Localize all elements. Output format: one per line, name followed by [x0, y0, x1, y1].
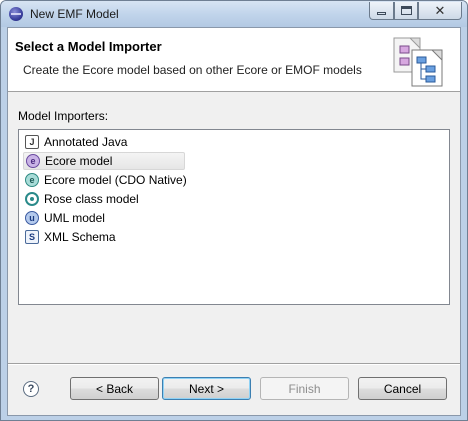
- ecore-icon: e: [26, 154, 40, 168]
- cdo-ecore-icon: e: [25, 173, 39, 187]
- help-icon: ?: [27, 383, 35, 395]
- list-item-label: XML Schema: [44, 230, 116, 244]
- list-item-rose-class-model[interactable]: Rose class model: [23, 190, 143, 208]
- next-button[interactable]: Next >: [162, 377, 251, 400]
- rose-icon: [25, 192, 39, 206]
- back-button[interactable]: < Back: [70, 377, 159, 400]
- model-importers-label: Model Importers:: [18, 109, 109, 123]
- list-item-uml-model[interactable]: u UML model: [23, 209, 109, 227]
- window-title: New EMF Model: [30, 7, 119, 21]
- minimize-button[interactable]: [369, 2, 394, 20]
- uml-icon: u: [25, 211, 39, 225]
- list-item-ecore-model-cdo-native[interactable]: e Ecore model (CDO Native): [23, 171, 191, 189]
- list-item-ecore-model[interactable]: e Ecore model: [23, 152, 185, 170]
- wizard-banner: Select a Model Importer Create the Ecore…: [8, 28, 460, 92]
- model-importer-wizard-icon: [393, 37, 443, 87]
- close-icon: ✕: [434, 2, 446, 18]
- list-item-label: Annotated Java: [44, 135, 128, 149]
- model-importers-list[interactable]: J Annotated Java e Ecore model e Ecore m…: [18, 129, 450, 305]
- list-item-label: UML model: [44, 211, 105, 225]
- page-description: Create the Ecore model based on other Ec…: [23, 63, 362, 77]
- cancel-button[interactable]: Cancel: [358, 377, 447, 400]
- list-item-annotated-java[interactable]: J Annotated Java: [23, 133, 131, 151]
- help-button[interactable]: ?: [23, 381, 39, 397]
- finish-button[interactable]: Finish: [260, 377, 349, 400]
- xml-schema-icon: S: [25, 230, 39, 244]
- minimize-icon: [377, 12, 386, 15]
- maximize-icon: [400, 6, 412, 15]
- button-bar-separator: [8, 363, 460, 365]
- title-bar: New EMF Model ✕: [1, 1, 467, 27]
- wizard-client-area: Select a Model Importer Create the Ecore…: [7, 27, 461, 416]
- maximize-button[interactable]: [394, 2, 418, 20]
- list-item-label: Rose class model: [44, 192, 139, 206]
- list-item-xml-schema[interactable]: S XML Schema: [23, 228, 120, 246]
- java-file-icon: J: [25, 135, 39, 149]
- list-item-label: Ecore model (CDO Native): [44, 173, 187, 187]
- eclipse-icon: [9, 7, 23, 21]
- close-button[interactable]: ✕: [418, 2, 462, 20]
- list-item-label: Ecore model: [45, 154, 113, 168]
- dialog-window: New EMF Model ✕ Select a Model Importer …: [0, 0, 468, 421]
- page-title: Select a Model Importer: [15, 39, 162, 54]
